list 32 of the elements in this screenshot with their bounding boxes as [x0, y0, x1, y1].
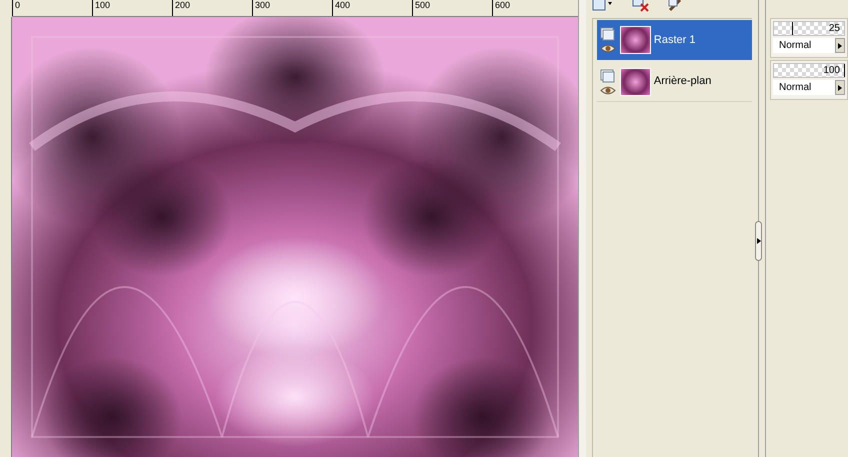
opacity-slider[interactable]: 100: [773, 63, 845, 78]
layer-thumbnail: [620, 26, 651, 54]
eye-icon[interactable]: [600, 44, 616, 53]
ruler-label: 100: [92, 0, 110, 16]
blend-mode-dropdown[interactable]: Normal: [773, 38, 835, 53]
panel-collapse-handle[interactable]: [755, 220, 762, 260]
eye-icon[interactable]: [600, 86, 616, 94]
ruler-label: 300: [252, 0, 270, 16]
right-arrow-icon: [756, 238, 761, 244]
brush-icon[interactable]: [668, 0, 684, 12]
right-arrow-icon: [838, 84, 842, 90]
opacity-value: 100: [823, 64, 840, 77]
ruler-label: 600: [492, 0, 510, 16]
ruler-label: 500: [412, 0, 430, 16]
new-layer-icon[interactable]: [592, 0, 614, 12]
opacity-slider[interactable]: 25: [773, 21, 845, 36]
right-arrow-icon: [838, 42, 842, 48]
scrollbar[interactable]: [578, 0, 586, 457]
layer-thumbnail: [620, 68, 651, 96]
ruler-label: 400: [332, 0, 350, 16]
layer-icon: [600, 68, 616, 82]
ruler-label: 0: [12, 0, 20, 16]
blend-mode-dropdown[interactable]: Normal: [773, 80, 835, 95]
layer-name: Raster 1: [654, 32, 696, 48]
layer-row[interactable]: Raster 1: [596, 20, 752, 60]
opacity-value: 25: [828, 22, 840, 35]
delete-layer-icon[interactable]: [632, 0, 650, 12]
ruler-label: 200: [172, 0, 190, 16]
layer-name: Arrière-plan: [654, 74, 712, 90]
layer-icon: [600, 27, 616, 41]
dropdown-arrow-button[interactable]: [835, 80, 845, 95]
dropdown-arrow-button[interactable]: [835, 38, 845, 53]
